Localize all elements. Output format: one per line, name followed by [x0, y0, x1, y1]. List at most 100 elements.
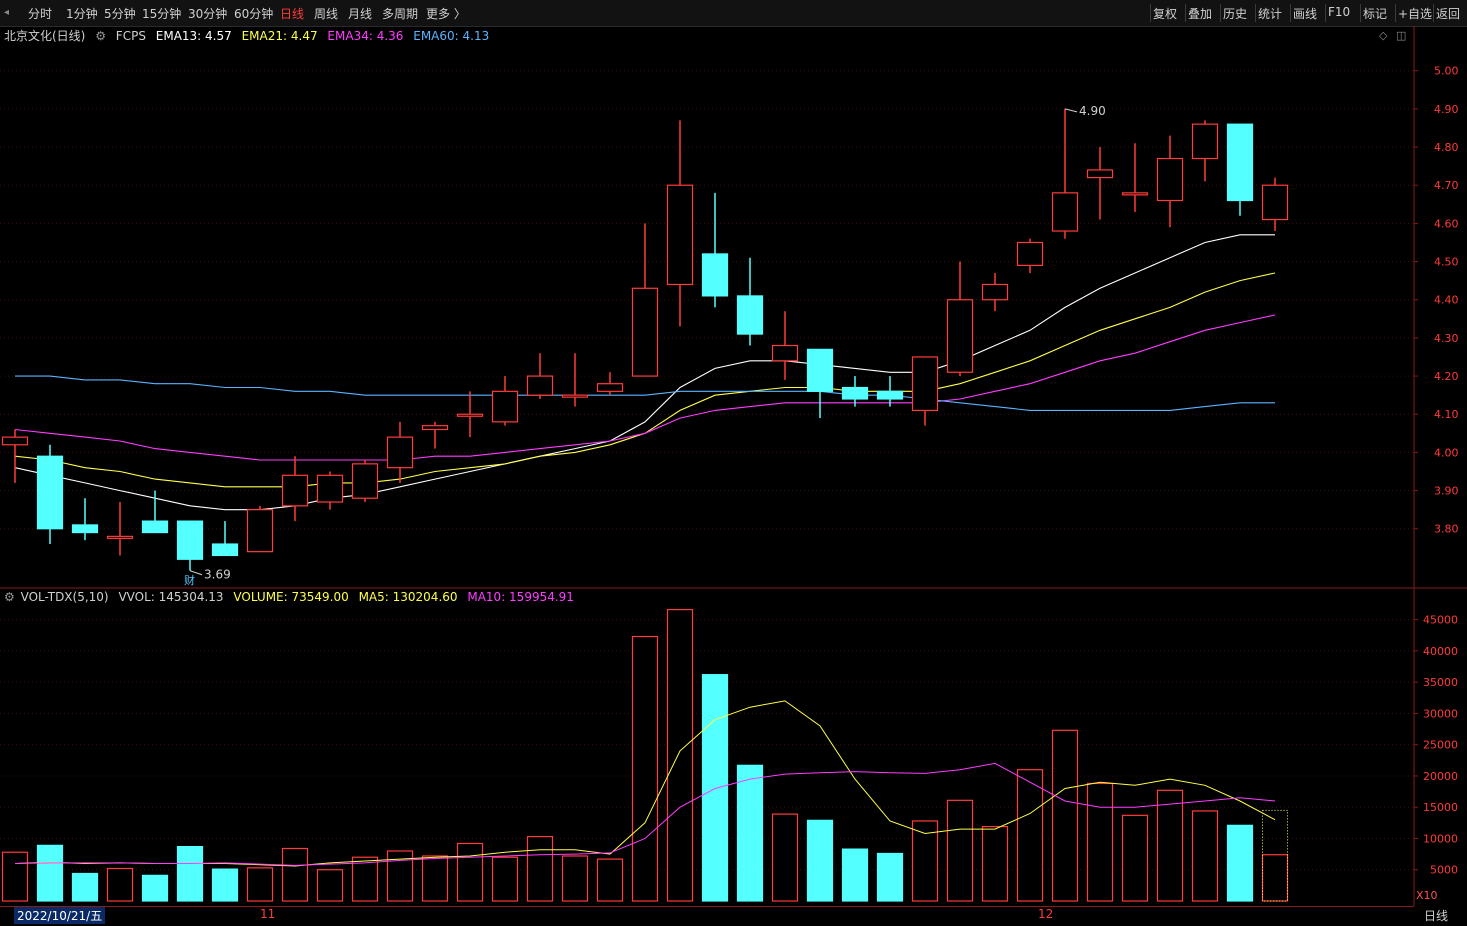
volume-bar: [841, 848, 869, 902]
candle-body: [981, 283, 1009, 301]
date-axis: [0, 906, 1414, 926]
candle-body: [1121, 192, 1149, 196]
candle-body: [246, 509, 274, 553]
volume-bar: [946, 799, 974, 902]
volume-bar: [456, 842, 484, 902]
volume-bar: [1156, 789, 1184, 902]
candle-body: [351, 463, 379, 499]
volume-tick-label: 5000: [1430, 864, 1458, 877]
price-tick-label: 4.90: [1434, 103, 1459, 116]
price-tick-label: 3.90: [1434, 485, 1459, 498]
volume-tick-label: 20000: [1423, 770, 1458, 783]
candle-body: [36, 455, 64, 530]
candle-body: [596, 383, 624, 392]
low-price-label: 3.69: [204, 568, 231, 582]
candle-body: [666, 184, 694, 286]
current-date-label: 2022/10/21/五: [14, 907, 106, 924]
candle-body: [141, 520, 169, 534]
volume-tick-label: 25000: [1423, 739, 1458, 752]
volume-bar: [1, 851, 29, 902]
candle-body: [281, 474, 309, 507]
month-november: 11: [260, 907, 276, 921]
volume-tick-label: 15000: [1423, 801, 1458, 814]
candle-body: [946, 299, 974, 373]
volume-bar: [71, 872, 99, 902]
candle-body: [316, 474, 344, 503]
volume-bar: [561, 855, 589, 902]
volume-bar: [666, 609, 694, 902]
volume-bar: [316, 869, 344, 902]
price-tick-label: 4.70: [1434, 179, 1459, 192]
volume-bar: [981, 825, 1009, 902]
volume-bar: [106, 867, 134, 902]
price-tick-label: 4.40: [1434, 294, 1459, 307]
volume-bar: [1086, 782, 1114, 902]
candle-body: [876, 390, 904, 400]
price-tick-label: 4.20: [1434, 370, 1459, 383]
high-price-label: 4.90: [1079, 104, 1106, 118]
price-tick-label: 4.00: [1434, 446, 1459, 459]
volume-bar: [736, 764, 764, 902]
volume-bar: [1261, 854, 1289, 902]
volume-bar: [281, 847, 309, 902]
volume-bar: [1121, 814, 1149, 902]
candle-body: [1261, 184, 1289, 221]
volume-tick-label: 30000: [1423, 707, 1458, 720]
candle-body: [1, 436, 29, 446]
volume-bar: [1051, 729, 1079, 902]
candle-body: [1191, 123, 1219, 160]
volume-bar: [596, 858, 624, 902]
volume-bar: [1016, 769, 1044, 902]
month-december: 12: [1038, 907, 1054, 921]
volume-bar: [141, 874, 169, 902]
candle-body: [71, 524, 99, 534]
scale-label: X10: [1416, 889, 1438, 902]
volume-bar: [246, 867, 274, 902]
stock-chart[interactable]: 5.00 4.90 4.80 4.70 4.60 4.50 4.40 4.30 4.20 4.10…: [0, 0, 1467, 925]
candle-body: [1051, 192, 1079, 232]
candle-body: [561, 394, 589, 398]
price-tick-label: 5.00: [1434, 65, 1459, 78]
price-tick-label: 4.50: [1434, 256, 1459, 269]
volume-bar: [806, 819, 834, 902]
period-label[interactable]: 日线: [1424, 907, 1448, 924]
volume-bar: [351, 856, 379, 902]
candle-body: [631, 287, 659, 377]
price-tick-label: 4.30: [1434, 332, 1459, 345]
candle-body: [1226, 123, 1254, 202]
price-tick-label: 4.80: [1434, 141, 1459, 154]
volume-bar: [876, 852, 904, 902]
candle-body: [106, 535, 134, 539]
candle-body: [421, 425, 449, 431]
candle-body: [841, 386, 869, 400]
candle-body: [771, 344, 799, 362]
candle-body: [1156, 157, 1184, 202]
candle-body: [736, 295, 764, 335]
candle-body: [1086, 169, 1114, 179]
volume-bar: [701, 674, 729, 902]
volume-bar: [36, 844, 64, 902]
high-pointer: [1064, 108, 1078, 113]
volume-bar: [631, 635, 659, 902]
candle-body: [176, 520, 204, 560]
financial-marker[interactable]: 财: [184, 573, 195, 587]
candle-body: [491, 390, 519, 423]
volume-bar: [1191, 810, 1219, 902]
volume-tick-label: 10000: [1423, 832, 1458, 845]
ema-line-ema60: [15, 375, 1275, 411]
volume-tick-label: 40000: [1423, 645, 1458, 658]
candle-body: [1016, 241, 1044, 266]
volume-bar: [771, 813, 799, 902]
candle-body: [456, 413, 484, 417]
price-tick-label: 3.80: [1434, 523, 1459, 536]
candle-body: [806, 348, 834, 392]
price-tick-label: 4.10: [1434, 408, 1459, 421]
volume-bar: [526, 835, 554, 902]
price-tick-label: 4.60: [1434, 217, 1459, 230]
candle-body: [701, 253, 729, 297]
volume-tick-label: 35000: [1423, 676, 1458, 689]
volume-bar: [1226, 824, 1254, 902]
candle-body: [911, 356, 939, 412]
volume-bar: [176, 846, 204, 902]
volume-tick-label: 45000: [1423, 614, 1458, 627]
